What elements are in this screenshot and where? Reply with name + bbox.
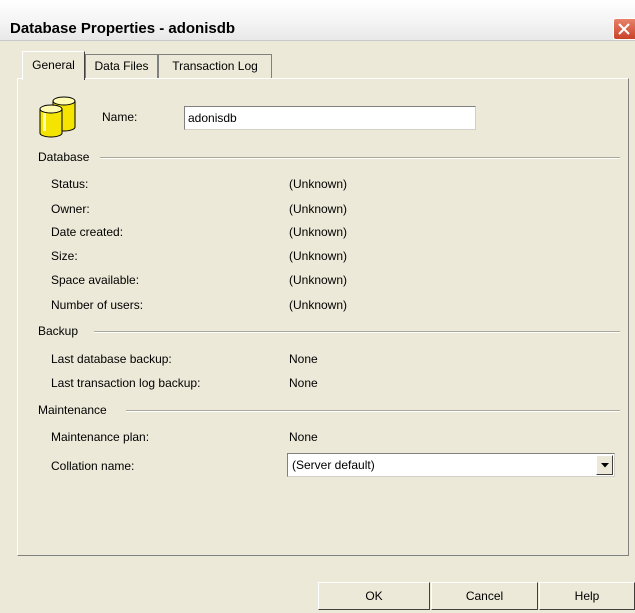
help-button[interactable]: Help bbox=[539, 582, 635, 610]
general-tab-panel bbox=[17, 78, 629, 556]
cancel-button[interactable]: Cancel bbox=[431, 582, 538, 610]
database-properties-dialog: Database Properties - adonisdb General D… bbox=[0, 0, 635, 613]
ok-button[interactable]: OK bbox=[318, 582, 430, 610]
close-button[interactable] bbox=[613, 18, 635, 40]
tab-transaction-log-label: Transaction Log bbox=[172, 59, 258, 73]
tab-data-files[interactable]: Data Files bbox=[85, 54, 158, 78]
window-title: Database Properties - adonisdb bbox=[10, 20, 236, 37]
tab-general-label: General bbox=[32, 58, 75, 72]
tab-transaction-log[interactable]: Transaction Log bbox=[158, 54, 272, 78]
tab-data-files-label: Data Files bbox=[94, 59, 149, 73]
title-bar[interactable]: Database Properties - adonisdb bbox=[0, 0, 635, 41]
close-icon bbox=[618, 23, 630, 35]
tab-general[interactable]: General bbox=[22, 51, 85, 80]
